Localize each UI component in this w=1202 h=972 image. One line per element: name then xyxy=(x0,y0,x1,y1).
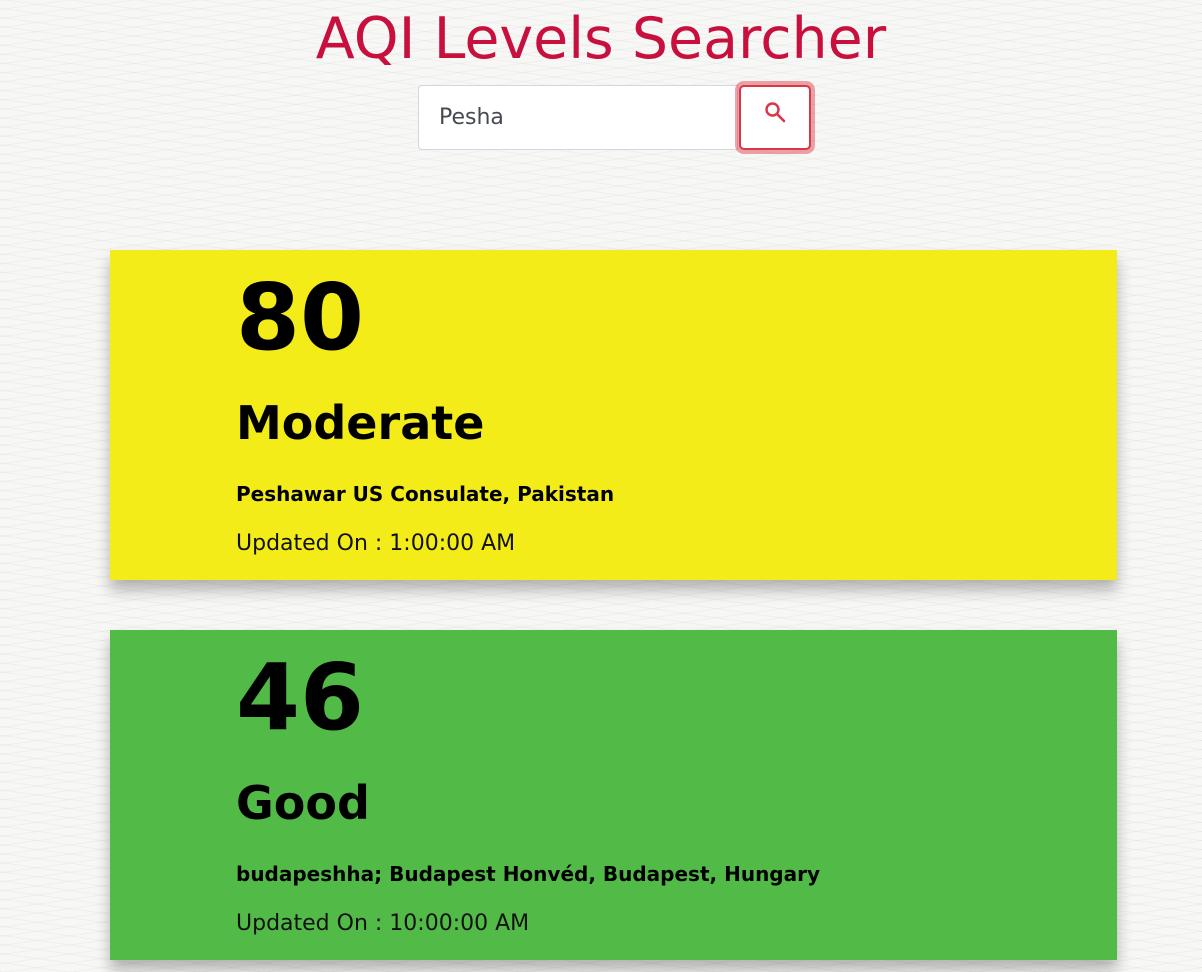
aqi-level: Good xyxy=(236,776,370,830)
search-icon xyxy=(765,101,786,122)
page-title: AQI Levels Searcher xyxy=(315,6,887,72)
search-form xyxy=(418,85,811,150)
aqi-card: 46 Good budapeshha; Budapest Honvéd, Bud… xyxy=(110,630,1117,960)
station-name: budapeshha; Budapest Honvéd, Budapest, H… xyxy=(236,862,821,886)
search-input[interactable] xyxy=(418,85,738,150)
station-name: Peshawar US Consulate, Pakistan xyxy=(236,482,615,506)
aqi-value: 80 xyxy=(236,264,365,371)
aqi-level: Moderate xyxy=(236,396,485,450)
search-button[interactable] xyxy=(739,85,811,150)
updated-time: Updated On : 1:00:00 AM xyxy=(236,531,516,556)
aqi-card: 80 Moderate Peshawar US Consulate, Pakis… xyxy=(110,250,1117,580)
updated-time: Updated On : 10:00:00 AM xyxy=(236,911,530,936)
aqi-value: 46 xyxy=(236,644,365,751)
